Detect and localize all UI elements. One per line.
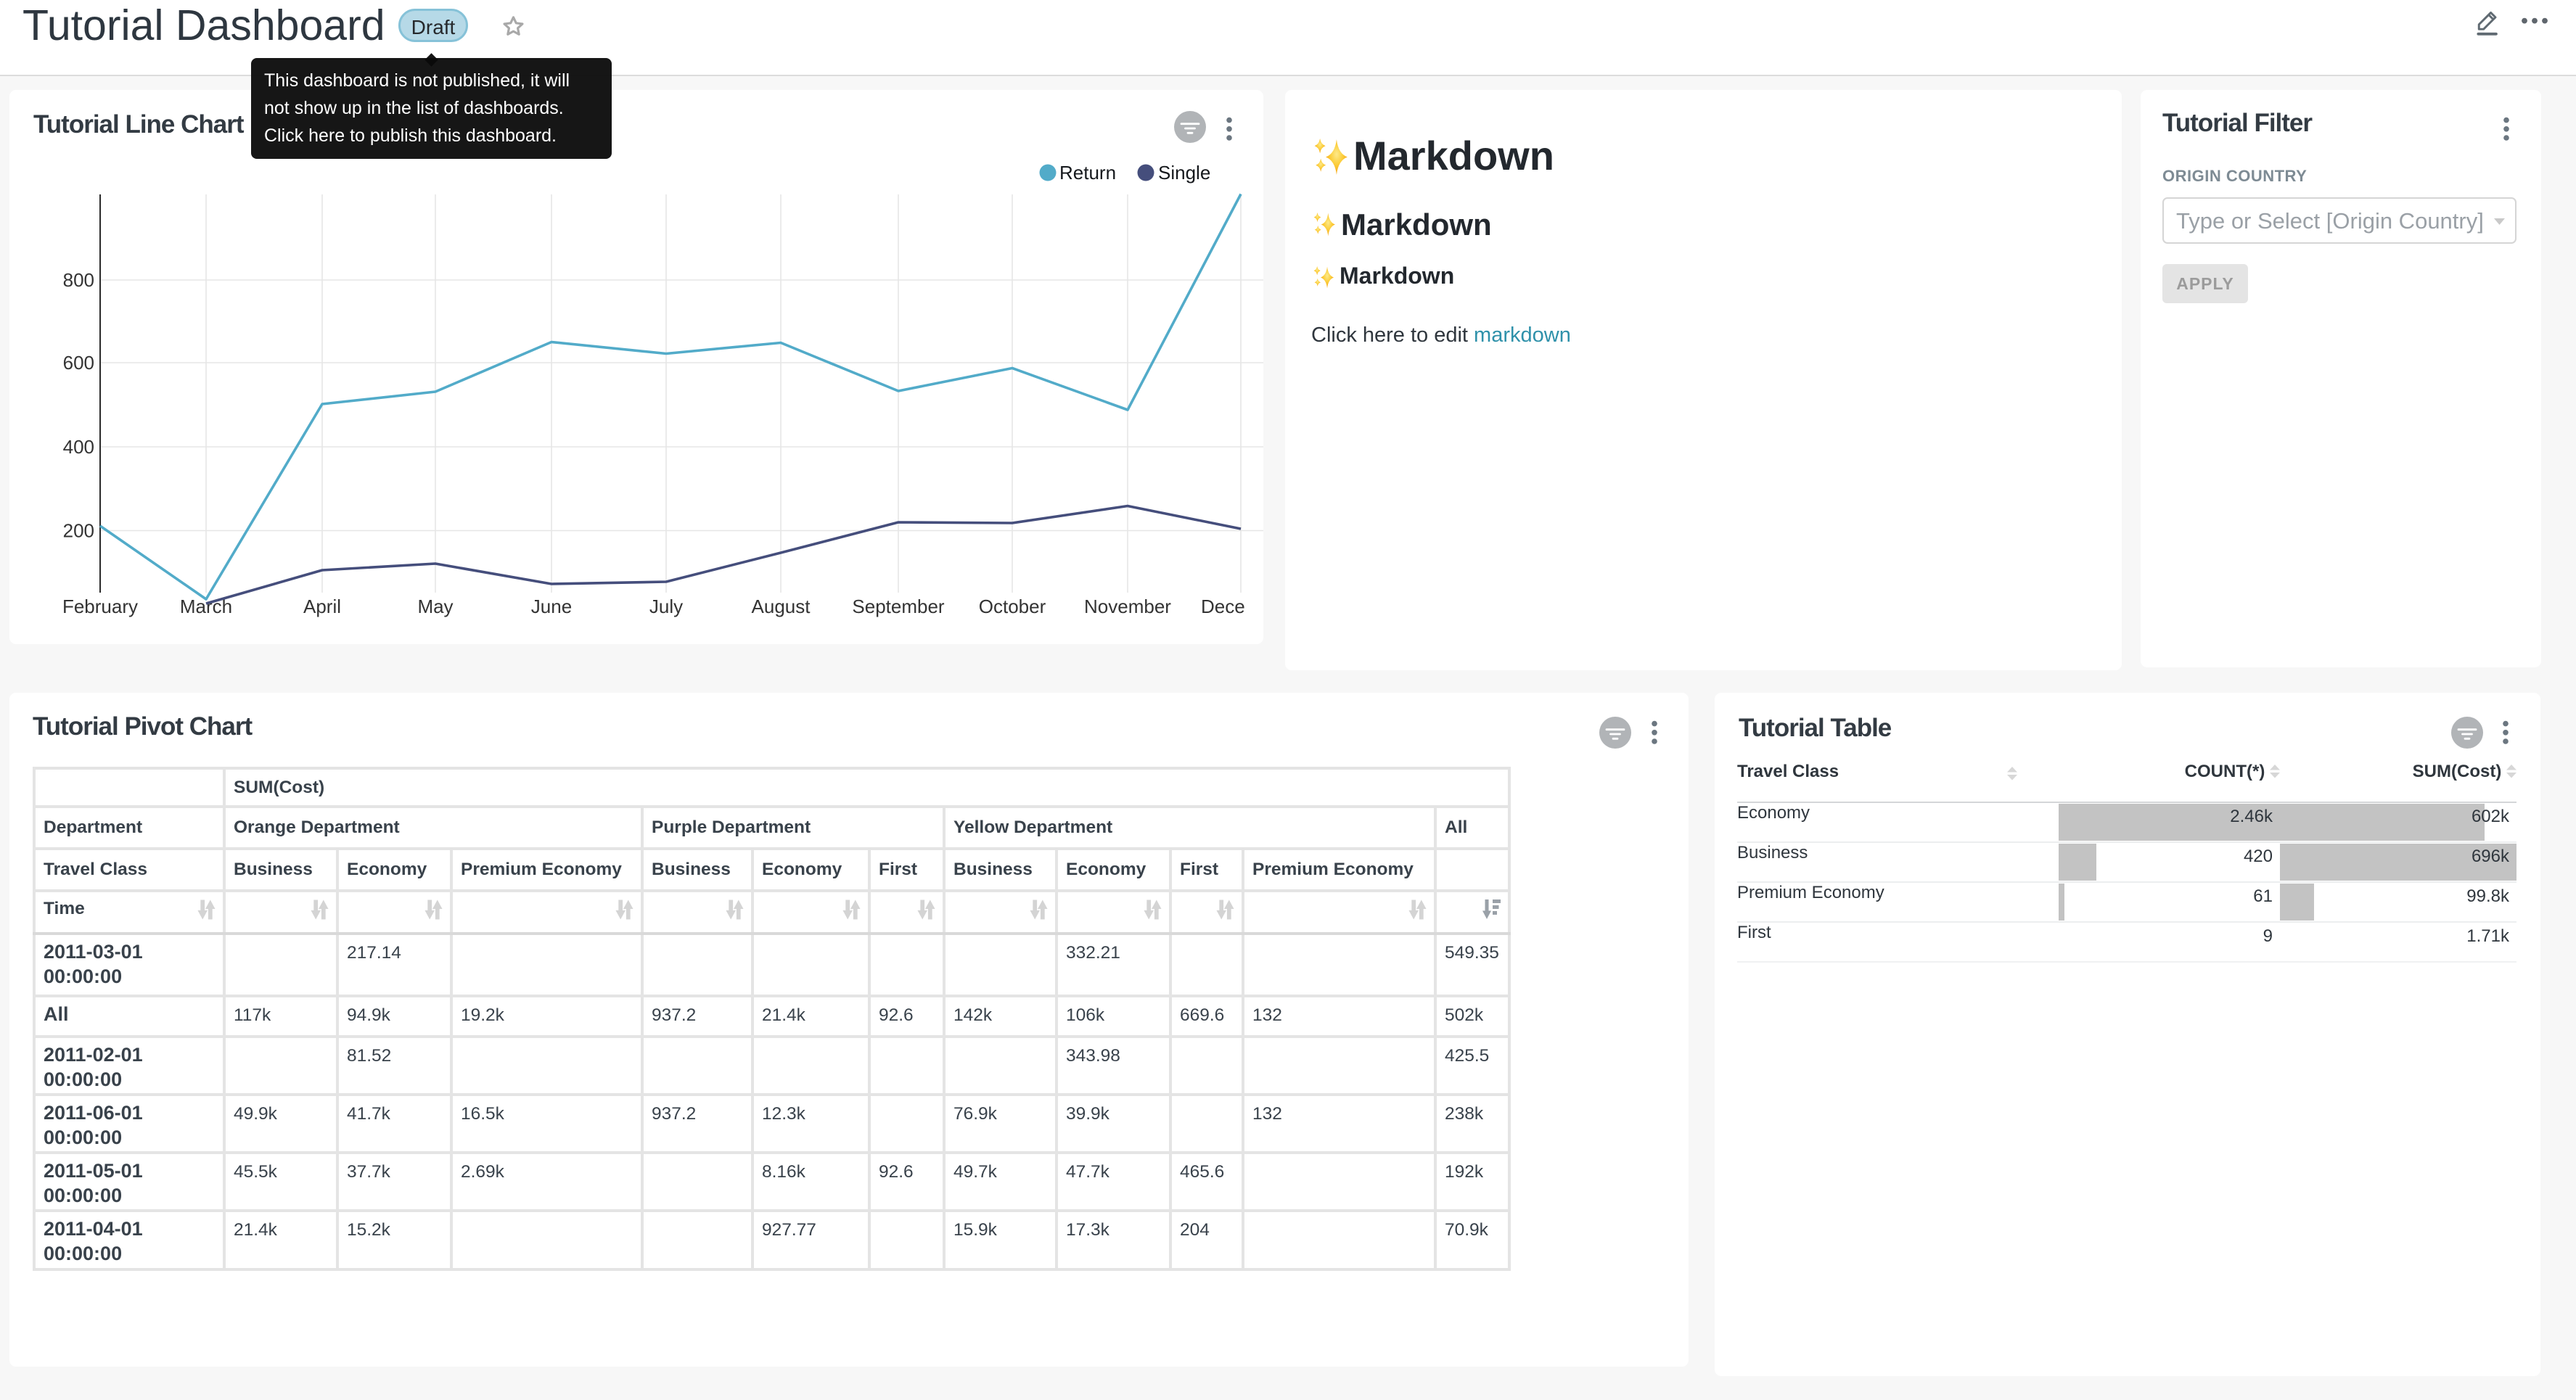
svg-text:May: May (417, 596, 453, 617)
svg-text:Single: Single (1158, 162, 1210, 184)
svg-text:400: 400 (63, 436, 94, 458)
svg-text:July: July (649, 596, 683, 617)
svg-text:November: November (1084, 596, 1171, 617)
svg-text:200: 200 (63, 520, 94, 542)
svg-text:August: August (752, 596, 811, 617)
svg-text:September: September (852, 596, 945, 617)
svg-text:Dece: Dece (1201, 596, 1245, 617)
svg-text:Return: Return (1059, 162, 1116, 184)
svg-text:April: April (303, 596, 341, 617)
svg-text:600: 600 (63, 352, 94, 374)
svg-text:October: October (979, 596, 1046, 617)
svg-text:February: February (62, 596, 138, 617)
svg-text:800: 800 (63, 269, 94, 291)
svg-text:June: June (531, 596, 572, 617)
